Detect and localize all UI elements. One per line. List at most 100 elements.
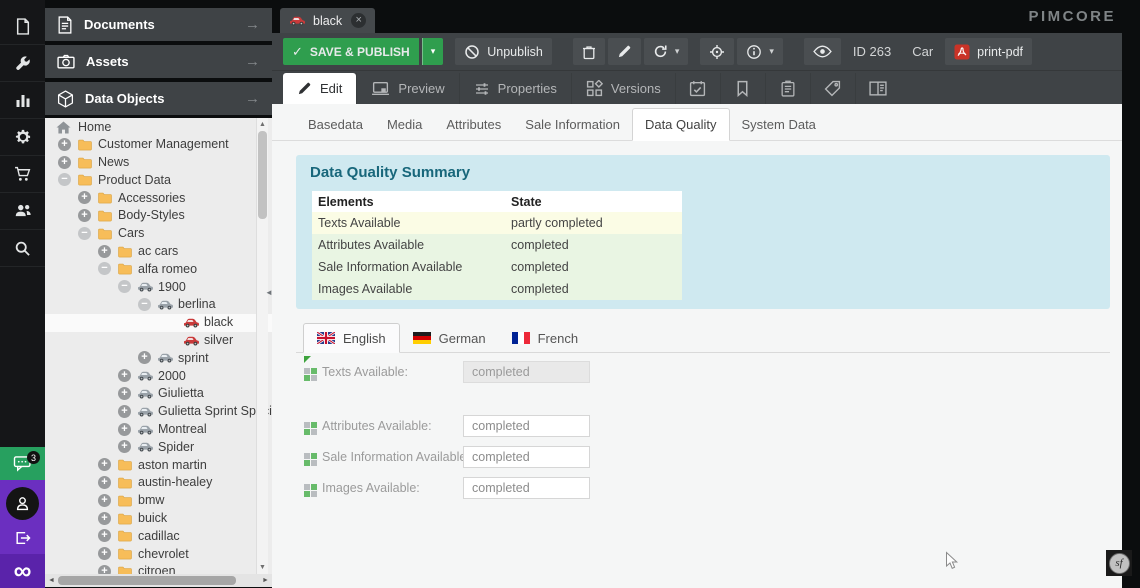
symfony-debug-toolbar-button[interactable]: sf: [1106, 550, 1132, 576]
tab-tags[interactable]: [810, 73, 855, 104]
tree-item-buick[interactable]: +buick: [45, 510, 272, 528]
tree-item-chevrolet[interactable]: +chevrolet: [45, 545, 272, 563]
logout-button[interactable]: [0, 524, 45, 552]
tree-item-accessories[interactable]: +Accessories: [45, 189, 272, 207]
language-tab-english[interactable]: English: [303, 323, 400, 353]
sidebar-customers-menu[interactable]: [0, 193, 45, 230]
collapse-icon[interactable]: −: [98, 262, 111, 275]
tree-item-2000[interactable]: +2000: [45, 367, 272, 385]
tree-item-cadillac[interactable]: +cadillac: [45, 527, 272, 545]
tree-item-alfa-romeo[interactable]: −alfa romeo: [45, 260, 272, 278]
notifications-button[interactable]: 3: [0, 447, 45, 480]
field-input-attributes-available[interactable]: completed: [463, 415, 590, 437]
tree-item-spider[interactable]: +Spider: [45, 438, 272, 456]
expand-icon[interactable]: +: [98, 529, 111, 542]
expand-icon[interactable]: +: [138, 351, 151, 364]
subtab-sale-information[interactable]: Sale Information: [513, 109, 632, 140]
tab-workflow-layout[interactable]: [855, 73, 900, 104]
expand-icon[interactable]: +: [98, 547, 111, 560]
tree-item-product-data[interactable]: −Product Data: [45, 171, 272, 189]
tree-item-berlina[interactable]: −berlina: [45, 296, 272, 314]
tab-bookmark[interactable]: [720, 73, 765, 104]
subtab-system-data[interactable]: System Data: [730, 109, 828, 140]
sidebar-tools-menu[interactable]: [0, 45, 45, 82]
tree-item-black[interactable]: black: [45, 314, 272, 332]
collapse-icon[interactable]: −: [58, 173, 71, 186]
tree-horizontal-scrollbar[interactable]: ◄ ►: [45, 574, 272, 587]
pimcore-logo-button[interactable]: ∞: [0, 554, 45, 588]
expand-icon[interactable]: +: [98, 494, 111, 507]
expand-icon[interactable]: +: [78, 191, 91, 204]
expand-icon[interactable]: +: [98, 512, 111, 525]
expand-icon[interactable]: +: [118, 387, 131, 400]
tree-item-1900[interactable]: −1900: [45, 278, 272, 296]
field-input-sale-information-available[interactable]: completed: [463, 446, 590, 468]
tree-item-cars[interactable]: −Cars: [45, 225, 272, 243]
close-tab-icon[interactable]: ×: [351, 13, 366, 28]
collapse-icon[interactable]: −: [118, 280, 131, 293]
subtab-data-quality[interactable]: Data Quality: [632, 108, 730, 141]
sidebar-file-menu[interactable]: [0, 8, 45, 45]
sidebar-search-menu[interactable]: [0, 230, 45, 267]
collapse-icon[interactable]: −: [138, 298, 151, 311]
sidebar-ecommerce-menu[interactable]: [0, 156, 45, 193]
tab-preview[interactable]: Preview: [356, 73, 458, 104]
rename-button[interactable]: [608, 38, 641, 65]
sidebar-settings-menu[interactable]: [0, 119, 45, 156]
subtab-basedata[interactable]: Basedata: [296, 109, 375, 140]
tree-item-gulietta-sprint-specia[interactable]: +Gulietta Sprint Specia: [45, 403, 272, 421]
reload-button[interactable]: ▾: [644, 38, 689, 65]
language-tab-french[interactable]: French: [499, 324, 591, 352]
tree-item-ac-cars[interactable]: +ac cars: [45, 243, 272, 261]
expand-icon[interactable]: +: [58, 138, 71, 151]
tab-edit[interactable]: Edit: [283, 73, 356, 104]
expand-icon[interactable]: +: [98, 458, 111, 471]
tab-versions[interactable]: Versions: [571, 73, 675, 104]
sidebar-reports-menu[interactable]: [0, 82, 45, 119]
info-button[interactable]: ▾: [737, 38, 783, 65]
tree-item-home[interactable]: Home: [45, 118, 272, 136]
locate-in-tree-button[interactable]: [700, 38, 734, 65]
expand-icon[interactable]: +: [98, 565, 111, 574]
subtab-media[interactable]: Media: [375, 109, 434, 140]
tab-schedule[interactable]: [675, 73, 720, 104]
tree-item-customer-management[interactable]: +Customer Management: [45, 136, 272, 154]
collapse-icon[interactable]: −: [78, 227, 91, 240]
tree-item-bmw[interactable]: +bmw: [45, 492, 272, 510]
accordion-header-data-objects[interactable]: Data Objects→: [45, 82, 272, 115]
tab-properties[interactable]: Properties: [459, 73, 571, 104]
tree-item-aston-martin[interactable]: +aston martin: [45, 456, 272, 474]
horizontal-scroll-thumb[interactable]: [58, 576, 236, 585]
accordion-header-documents[interactable]: Documents→: [45, 8, 272, 41]
print-pdf-button[interactable]: print-pdf: [945, 38, 1032, 65]
expand-icon[interactable]: +: [118, 369, 131, 382]
save-publish-button[interactable]: ✓ SAVE & PUBLISH: [283, 38, 419, 65]
scroll-right-icon[interactable]: ►: [259, 574, 272, 587]
tree-item-austin-healey[interactable]: +austin-healey: [45, 474, 272, 492]
tree-item-giulietta[interactable]: +Giulietta: [45, 385, 272, 403]
tree-item-citroen[interactable]: +citroen: [45, 563, 272, 574]
tree-item-sprint[interactable]: +sprint: [45, 349, 272, 367]
unpublish-button[interactable]: Unpublish: [455, 38, 552, 65]
delete-button[interactable]: [573, 38, 605, 65]
subtab-attributes[interactable]: Attributes: [434, 109, 513, 140]
tab-notes-events[interactable]: [765, 73, 810, 104]
scroll-down-icon[interactable]: ▼: [257, 562, 268, 573]
expand-icon[interactable]: +: [118, 405, 131, 418]
tree-item-news[interactable]: +News: [45, 154, 272, 172]
language-tab-german[interactable]: German: [400, 324, 499, 352]
expand-icon[interactable]: +: [118, 423, 131, 436]
tree-vertical-scrollbar[interactable]: ▲ ▼: [256, 118, 268, 574]
avatar[interactable]: [6, 487, 39, 520]
expand-icon[interactable]: +: [58, 156, 71, 169]
tab-black[interactable]: black ×: [280, 8, 375, 33]
expand-icon[interactable]: +: [98, 476, 111, 489]
tree-item-montreal[interactable]: +Montreal: [45, 421, 272, 439]
expand-icon[interactable]: +: [118, 440, 131, 453]
tree-item-silver[interactable]: silver: [45, 332, 272, 350]
scroll-left-icon[interactable]: ◄: [45, 574, 58, 587]
accordion-header-assets[interactable]: Assets→: [45, 45, 272, 78]
vertical-scroll-thumb[interactable]: [258, 131, 267, 219]
save-options-button[interactable]: ▾: [422, 38, 444, 65]
scroll-up-icon[interactable]: ▲: [257, 119, 268, 130]
